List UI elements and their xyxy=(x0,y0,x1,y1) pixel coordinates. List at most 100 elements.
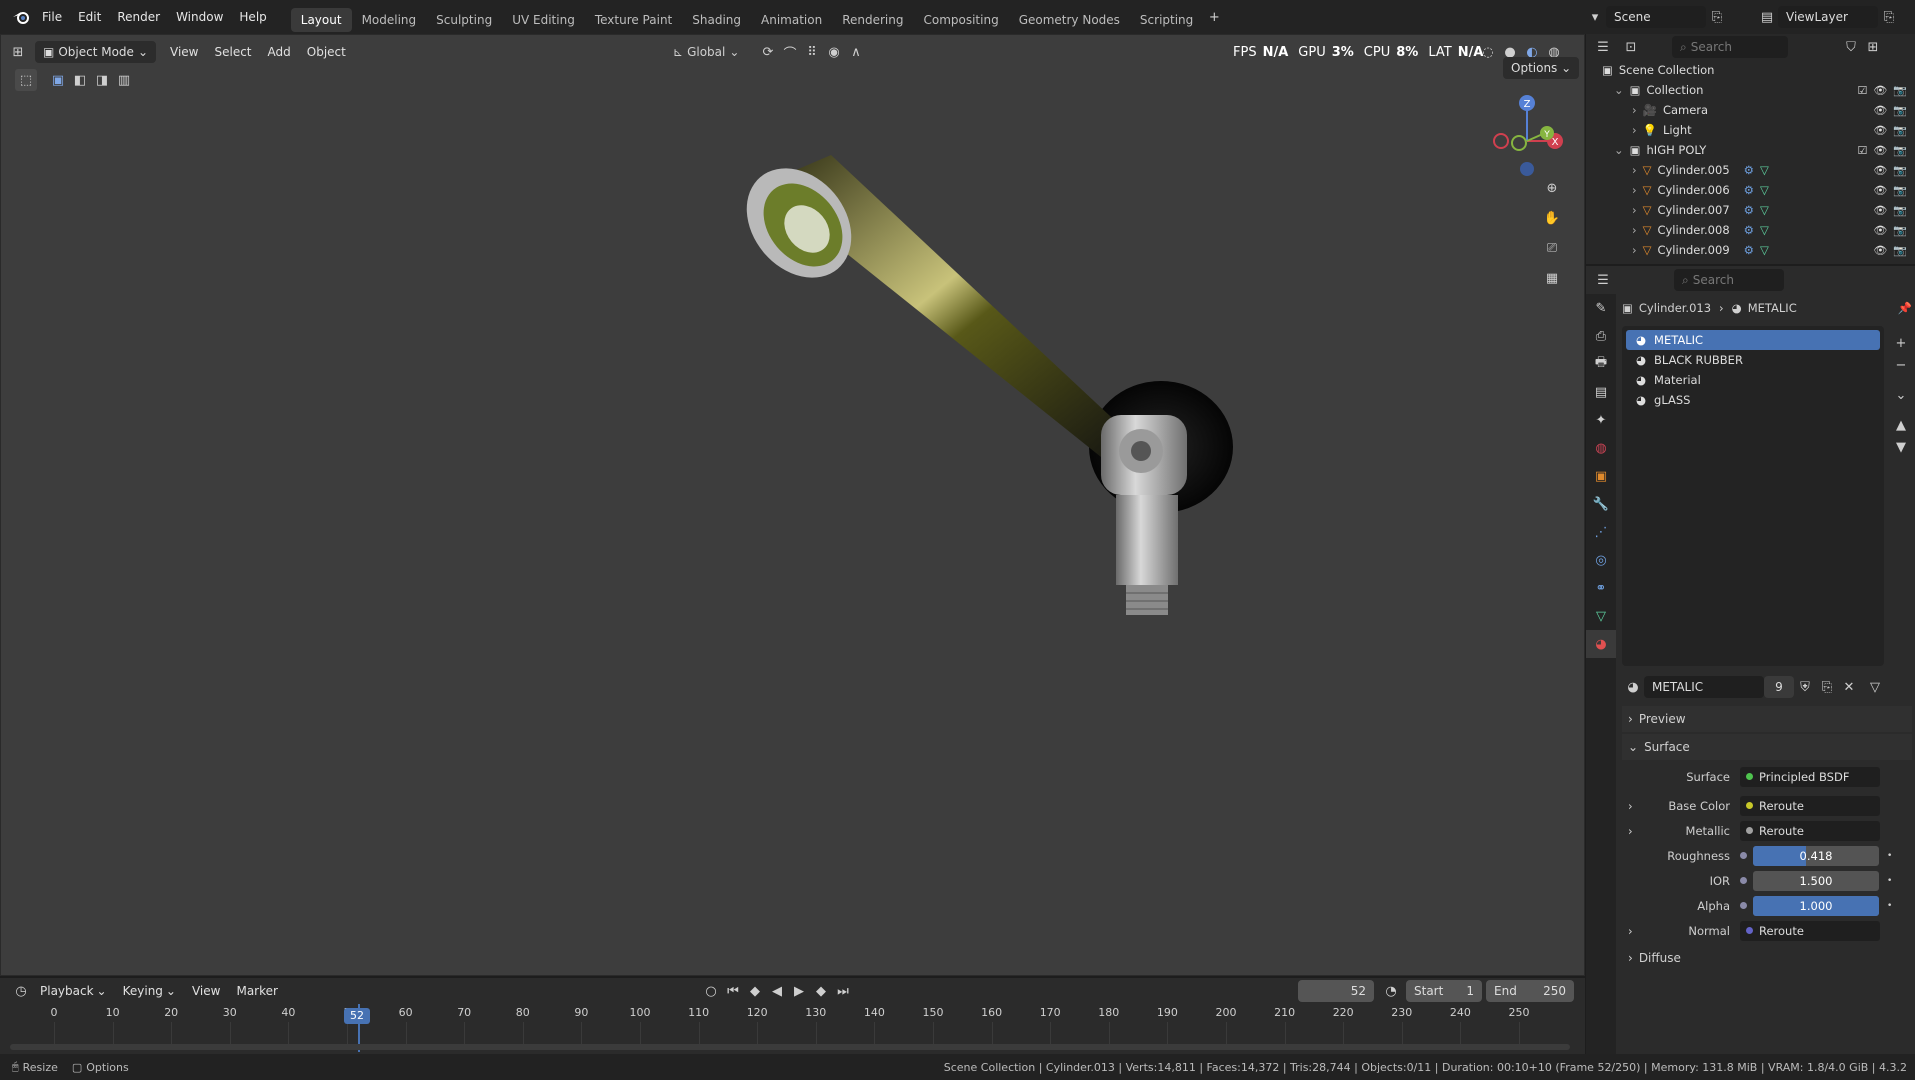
3d-viewport[interactable]: ⊞ ▣ Object Mode ⌄ View Select Add Object ⊾ … xyxy=(0,34,1585,976)
material-tab-icon[interactable]: ◕ xyxy=(1586,630,1616,658)
world-icon[interactable]: ◍ xyxy=(1586,434,1616,462)
object-icon[interactable]: ▣ xyxy=(1586,462,1616,490)
tab-uv-editing[interactable]: UV Editing xyxy=(502,8,585,32)
viewlayer-name[interactable]: ViewLayer xyxy=(1778,6,1878,28)
chevron-right-icon[interactable]: › xyxy=(1632,183,1637,197)
exclude-checkbox-icon[interactable]: ☑ xyxy=(1857,144,1867,157)
render-camera-icon[interactable]: 📷 xyxy=(1893,144,1907,157)
faucet-model[interactable] xyxy=(741,115,1241,635)
material-name-field[interactable]: METALIC xyxy=(1644,676,1764,698)
link-type-icon[interactable]: ▽ xyxy=(1864,676,1886,698)
viewport-menu-add[interactable]: Add xyxy=(260,41,299,63)
fake-user-icon[interactable]: ⛨ xyxy=(1794,676,1816,698)
eye-icon[interactable]: 👁 xyxy=(1873,224,1887,237)
viewport-menu-view[interactable]: View xyxy=(162,41,206,63)
chevron-right-icon[interactable]: › xyxy=(1628,824,1633,838)
eye-icon[interactable]: 👁 xyxy=(1873,104,1887,117)
preview-panel-header[interactable]: › Preview xyxy=(1622,706,1912,732)
surface-panel-header[interactable]: ⌄ Surface xyxy=(1622,734,1912,760)
outliner-item[interactable]: › ▽ Cylinder.006 ⚙ ▽ 👁 📷 xyxy=(1586,180,1915,200)
blender-logo-icon[interactable] xyxy=(8,6,34,28)
viewlayer-selector[interactable]: ▤ ViewLayer ⎘ xyxy=(1756,6,1900,28)
surface-shader-field[interactable]: Principled BSDF xyxy=(1740,766,1880,787)
socket-slider[interactable]: 1.500 xyxy=(1753,870,1879,891)
eye-icon[interactable]: 👁 xyxy=(1873,124,1887,137)
chevron-right-icon[interactable]: › xyxy=(1632,223,1637,237)
constraints-icon[interactable]: ⚭ xyxy=(1586,574,1616,602)
filter-icon[interactable]: ⛉ xyxy=(1840,36,1862,58)
eye-icon[interactable]: 👁 xyxy=(1873,184,1887,197)
keyframe-dot-icon[interactable]: • xyxy=(1887,851,1892,861)
pan-hand-icon[interactable]: ✋ xyxy=(1541,203,1563,233)
chevron-right-icon[interactable]: › xyxy=(1632,203,1637,217)
eye-icon[interactable]: 👁 xyxy=(1873,144,1887,157)
outliner-item[interactable]: › 💡 Light 👁 📷 xyxy=(1586,120,1915,140)
display-mode-icon[interactable]: ⊡ xyxy=(1620,36,1642,58)
outliner-item[interactable]: › ▽ Cylinder.008 ⚙ ▽ 👁 📷 xyxy=(1586,220,1915,240)
socket-slider[interactable]: 0.418 xyxy=(1753,845,1879,866)
chevron-right-icon[interactable]: › xyxy=(1628,799,1633,813)
tool-icon[interactable]: ✎ xyxy=(1586,294,1616,322)
user-count[interactable]: 9 xyxy=(1764,676,1794,698)
tab-sculpting[interactable]: Sculpting xyxy=(426,8,502,32)
material-slot[interactable]: ◕ gLASS xyxy=(1626,390,1880,410)
socket-link-field[interactable]: Reroute xyxy=(1740,920,1880,941)
falloff-icon[interactable]: ∧ xyxy=(845,41,867,63)
keyframe-dot-icon[interactable]: • xyxy=(1887,876,1892,886)
select-tool-icon[interactable]: ⬚ xyxy=(15,69,37,91)
proportional-edit-icon[interactable]: ◉ xyxy=(823,41,845,63)
eye-icon[interactable]: 👁 xyxy=(1873,164,1887,177)
diffuse-row[interactable]: › Diffuse xyxy=(1622,945,1912,971)
tab-texture-paint[interactable]: Texture Paint xyxy=(585,8,682,32)
outliner-item[interactable]: ⌄ ▣ Collection ☑ 👁 📷 xyxy=(1586,80,1915,100)
tab-modeling[interactable]: Modeling xyxy=(352,8,427,32)
material-slot[interactable]: ◕ Material xyxy=(1626,370,1880,390)
timeline-scrollbar[interactable] xyxy=(10,1044,1570,1050)
tab-layout[interactable]: Layout xyxy=(290,7,352,32)
physics-icon[interactable]: ◎ xyxy=(1586,546,1616,574)
new-collection-icon[interactable]: ⊞ xyxy=(1862,36,1884,58)
menu-render[interactable]: Render xyxy=(109,0,168,34)
render-icon[interactable]: ⎙ xyxy=(1586,322,1616,350)
select-new-icon[interactable]: ▣ xyxy=(47,69,69,91)
outliner-item[interactable]: › ▽ Cylinder.005 ⚙ ▽ 👁 📷 xyxy=(1586,160,1915,180)
pivot-icon[interactable]: ⟳ xyxy=(757,41,779,63)
editor-type-icon[interactable]: ⊞ xyxy=(7,41,29,63)
material-slot[interactable]: ◕ METALIC xyxy=(1626,330,1880,350)
chevron-right-icon[interactable]: › xyxy=(1632,163,1637,177)
render-camera-icon[interactable]: 📷 xyxy=(1893,204,1907,217)
eye-icon[interactable]: 👁 xyxy=(1873,84,1887,97)
options-button[interactable]: Options ⌄ xyxy=(1503,57,1580,79)
menu-window[interactable]: Window xyxy=(168,0,231,34)
material-slots-list[interactable]: ◕ METALIC ◕ BLACK RUBBER ◕ Material ◕ gLASS xyxy=(1622,326,1884,666)
scene-selector[interactable]: ▾ Scene ⎘ xyxy=(1584,6,1728,28)
viewport-menu-object[interactable]: Object xyxy=(299,41,354,63)
pin-icon[interactable]: 📌 xyxy=(1898,301,1912,315)
render-camera-icon[interactable]: 📷 xyxy=(1893,184,1907,197)
add-slot-icon[interactable]: + xyxy=(1890,332,1912,354)
render-camera-icon[interactable]: 📷 xyxy=(1893,224,1907,237)
socket-link-field[interactable]: Reroute xyxy=(1740,820,1880,841)
snap-icon[interactable]: ⌒ xyxy=(779,41,801,63)
socket-link-field[interactable]: Reroute xyxy=(1740,795,1880,816)
scene-name[interactable]: Scene xyxy=(1606,6,1706,28)
modifier-wrench-icon[interactable]: 🔧 xyxy=(1586,490,1616,518)
tab-compositing[interactable]: Compositing xyxy=(913,8,1008,32)
snap-tools[interactable]: ⟳ ⌒ ⠿ ◉ ∧ xyxy=(757,41,867,63)
mode-selector[interactable]: ▣ Object Mode ⌄ xyxy=(35,41,156,63)
chevron-down-icon[interactable]: ⌄ xyxy=(1614,143,1624,157)
render-camera-icon[interactable]: 📷 xyxy=(1893,164,1907,177)
playhead-label[interactable]: 52 xyxy=(344,1008,370,1024)
tab-rendering[interactable]: Rendering xyxy=(832,8,913,32)
tab-geometry-nodes[interactable]: Geometry Nodes xyxy=(1009,8,1130,32)
particles-icon[interactable]: ⋰ xyxy=(1586,518,1616,546)
scene-collection-row[interactable]: ▣ Scene Collection xyxy=(1586,60,1915,80)
select-extend-icon[interactable]: ◧ xyxy=(69,69,91,91)
outliner-item[interactable]: ⌄ ▣ hIGH POLY ☑ 👁 📷 xyxy=(1586,140,1915,160)
outliner-search[interactable]: ⌕ Search xyxy=(1672,36,1788,58)
outliner-editor-icon[interactable]: ☰ xyxy=(1592,36,1614,58)
render-camera-icon[interactable]: 📷 xyxy=(1893,244,1907,257)
render-camera-icon[interactable]: 📷 xyxy=(1893,104,1907,117)
unlink-icon[interactable]: ✕ xyxy=(1838,676,1860,698)
outliner-item[interactable]: › 🎥 Camera 👁 📷 xyxy=(1586,100,1915,120)
